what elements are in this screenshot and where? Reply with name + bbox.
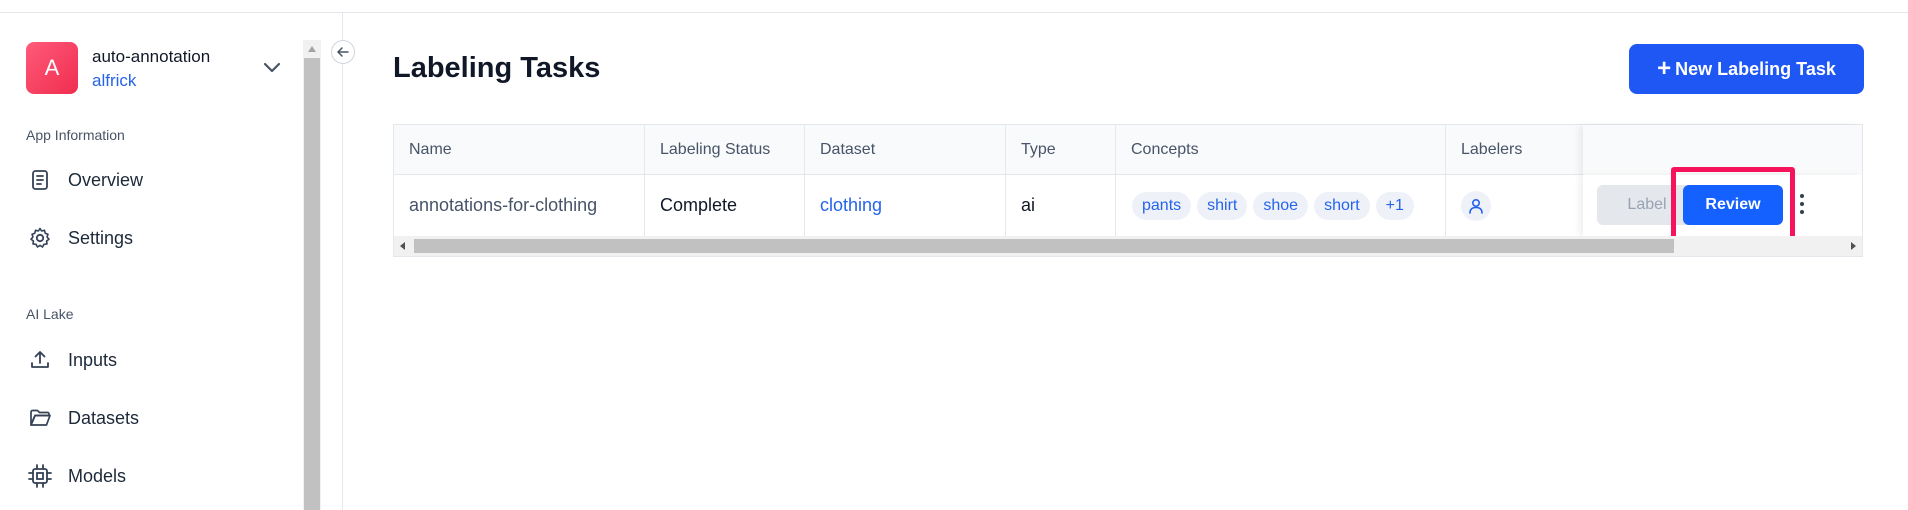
new-labeling-task-label: New Labeling Task	[1675, 58, 1836, 79]
sidebar-item-label: Settings	[68, 227, 134, 248]
labeling-status: Complete	[645, 175, 805, 236]
sidebar-item-label: Overview	[68, 169, 144, 190]
sidebar-item-label: Models	[68, 465, 127, 486]
table-horizontal-scrollbar[interactable]	[394, 236, 1862, 256]
arrow-left-icon	[337, 47, 349, 57]
sidebar-item-inputs[interactable]: Inputs	[26, 340, 266, 380]
section-ai-lake: AI Lake	[26, 306, 74, 322]
folder-icon	[26, 404, 54, 432]
sidebar-item-models[interactable]: Models	[26, 456, 266, 496]
app-names: auto-annotation alfrick	[92, 45, 210, 92]
scroll-up-arrow-icon[interactable]	[304, 40, 320, 58]
chevron-down-icon[interactable]	[260, 55, 284, 79]
sidebar-item-label: Datasets	[68, 407, 140, 428]
labeling-tasks-table: Name Labeling Status Dataset Type Concep…	[393, 124, 1863, 257]
upload-icon	[26, 346, 54, 374]
concept-chip[interactable]: shirt	[1197, 191, 1248, 220]
chip-icon	[26, 462, 54, 490]
user-icon[interactable]	[1461, 190, 1491, 221]
sidebar-scrollbar-thumb[interactable]	[304, 58, 320, 510]
row-actions: Label Review	[1583, 167, 1862, 241]
column-header-labelers[interactable]: Labelers	[1446, 125, 1583, 175]
table-scrollbar-thumb[interactable]	[414, 239, 1674, 253]
sidebar-item-datasets[interactable]: Datasets	[26, 398, 266, 438]
sidebar-item-label: Inputs	[68, 349, 118, 370]
concept-chip[interactable]: short	[1314, 191, 1370, 220]
table-row[interactable]: annotations-for-clothing Complete clothi…	[394, 167, 1862, 241]
concept-chip[interactable]: pants	[1132, 191, 1192, 220]
column-header-type[interactable]: Type	[1006, 125, 1116, 175]
scroll-left-arrow-icon[interactable]	[394, 236, 412, 256]
column-header-actions	[1583, 125, 1862, 175]
app-user[interactable]: alfrick	[92, 69, 210, 92]
app-avatar: A	[26, 42, 78, 94]
gear-icon	[26, 224, 54, 252]
sidebar-item-settings[interactable]: Settings	[26, 218, 266, 258]
scroll-right-arrow-icon[interactable]	[1844, 236, 1862, 256]
task-type: ai	[1006, 175, 1116, 236]
sidebar-divider	[342, 13, 343, 510]
review-button[interactable]: Review	[1683, 185, 1783, 225]
plus-icon: +	[1657, 55, 1672, 82]
labelers-cell	[1446, 175, 1583, 236]
column-header-concepts[interactable]: Concepts	[1116, 125, 1446, 175]
task-name[interactable]: annotations-for-clothing	[394, 175, 645, 236]
document-icon	[26, 166, 54, 194]
column-header-labeling-status[interactable]: Labeling Status	[645, 125, 805, 175]
new-labeling-task-button[interactable]: + New Labeling Task	[1629, 44, 1864, 94]
more-options-icon[interactable]	[1795, 189, 1809, 219]
concepts-cell: pants shirt shoe short +1	[1116, 175, 1446, 236]
page-title: Labeling Tasks	[393, 52, 601, 84]
label-button[interactable]: Label	[1597, 185, 1697, 225]
table-header: Name Labeling Status Dataset Type Concep…	[394, 125, 1862, 175]
concept-more-chip[interactable]: +1	[1375, 191, 1414, 220]
sidebar-item-overview[interactable]: Overview	[26, 160, 266, 200]
app-switcher[interactable]: A auto-annotation alfrick	[26, 41, 296, 95]
app-name: auto-annotation	[92, 46, 211, 66]
column-header-dataset[interactable]: Dataset	[805, 125, 1006, 175]
dataset-link[interactable]: clothing	[805, 175, 1006, 236]
column-header-name[interactable]: Name	[394, 125, 645, 175]
concept-chip[interactable]: shoe	[1253, 191, 1309, 220]
collapse-sidebar-button[interactable]	[331, 40, 355, 64]
section-app-information: App Information	[26, 127, 125, 143]
